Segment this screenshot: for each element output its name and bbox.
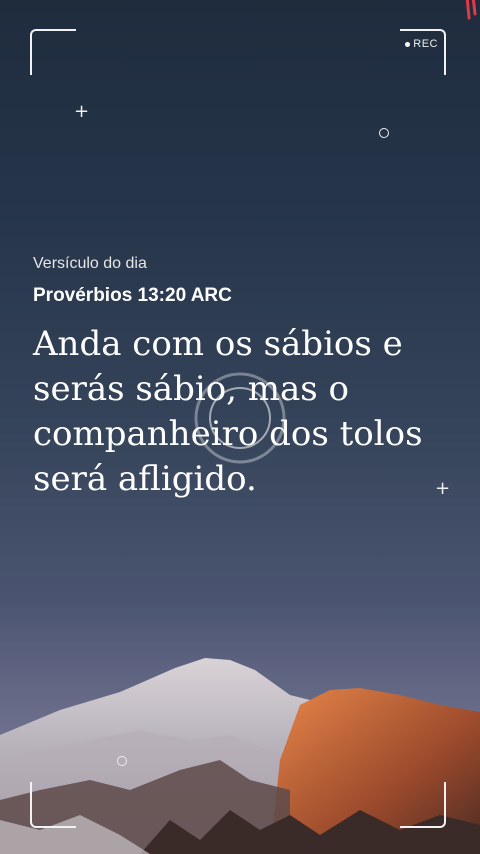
verse-reference: Provérbios 13:20 ARC [33,285,232,306]
ring-sparkle-icon [117,756,127,766]
plus-sparkle-icon: + [74,101,90,122]
camera-focus-icon[interactable] [192,370,288,466]
viewfinder-corner-top-right [400,29,446,75]
rec-dot-icon [405,41,411,47]
viewfinder-corner-top-left [30,29,76,75]
ring-sparkle-icon [379,128,389,138]
verse-of-day-label: Versículo do dia [33,255,147,272]
rec-indicator: REC [405,38,438,50]
viewfinder-corner-bottom-right [400,782,446,828]
rec-label: REC [413,38,438,50]
brand-mark-icon [465,0,477,20]
viewfinder-corner-bottom-left [30,782,76,828]
